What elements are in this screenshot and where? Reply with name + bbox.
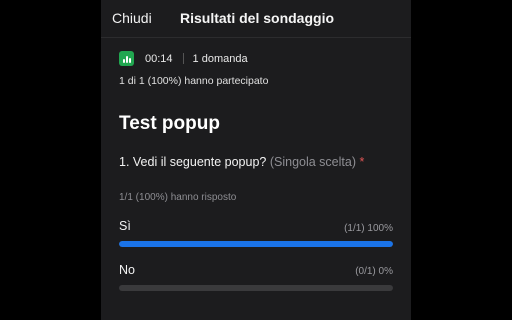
participation-summary: 1 di 1 (100%) hanno partecipato <box>119 75 269 87</box>
poll-title: Test popup <box>119 113 220 134</box>
timer: 00:14 <box>145 52 173 65</box>
poll-results-panel: Chiudi Risultati del sondaggio 00:14 1 d… <box>101 0 411 320</box>
required-mark: * <box>359 155 365 169</box>
close-button[interactable]: Chiudi <box>112 10 152 26</box>
option-bar-track <box>119 285 393 291</box>
question-text: 1. Vedi il seguente popup? (Singola scel… <box>119 155 364 169</box>
question-label: 1. Vedi il seguente popup? <box>119 155 267 169</box>
option-stat: (1/1) 100% <box>344 223 393 234</box>
option-bar-fill <box>119 241 393 247</box>
poll-meta: 00:14 1 domanda <box>119 51 248 66</box>
poll-chart-icon <box>119 51 134 66</box>
question-type: (Singola scelta) <box>269 155 356 169</box>
answered-summary: 1/1 (100%) hanno risposto <box>119 192 237 203</box>
option-label: No <box>119 263 135 277</box>
option-bar-track <box>119 241 393 247</box>
header: Chiudi Risultati del sondaggio <box>101 0 411 38</box>
divider <box>182 53 184 64</box>
option-label: Sì <box>119 219 131 233</box>
question-count: 1 domanda <box>192 52 248 65</box>
option-stat: (0/1) 0% <box>355 266 393 277</box>
page-title: Risultati del sondaggio <box>180 10 335 26</box>
